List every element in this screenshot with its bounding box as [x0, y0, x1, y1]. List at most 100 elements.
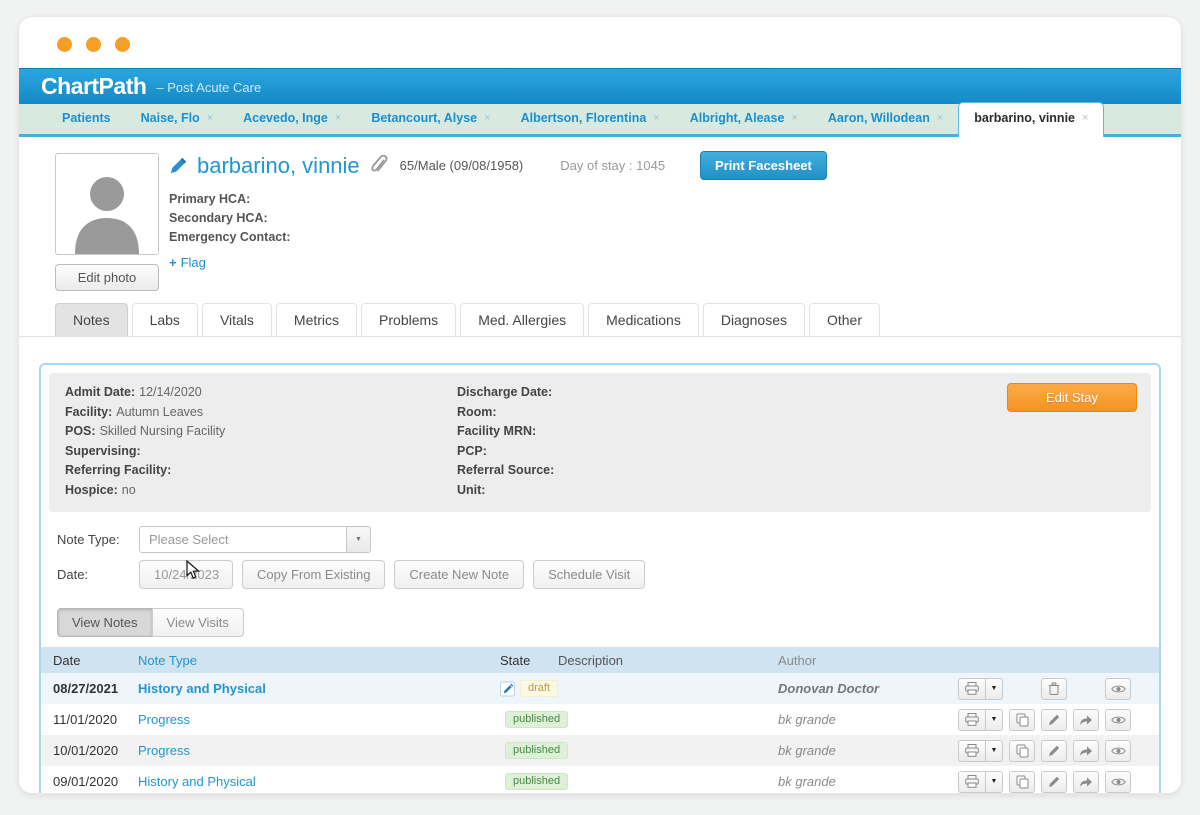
tab-diagnoses[interactable]: Diagnoses	[703, 303, 805, 336]
patient-tab[interactable]: Acevedo, Inge×	[228, 103, 356, 134]
close-icon[interactable]: ×	[207, 112, 213, 124]
notes-panel: Edit Stay Admit Date:12/14/2020 Facility…	[39, 363, 1161, 794]
note-type-label: Note Type:	[57, 532, 139, 547]
patient-tab[interactable]: Aaron, Willodean×	[813, 103, 958, 134]
app-window: ChartPath – Post Acute Care Patients Nai…	[18, 16, 1182, 794]
tab-medications[interactable]: Medications	[588, 303, 699, 336]
note-date-input[interactable]: 10/24/2023	[139, 560, 233, 589]
print-options-button[interactable]: ▼	[986, 709, 1003, 731]
close-icon[interactable]: ×	[653, 112, 659, 124]
edit-stay-button[interactable]: Edit Stay	[1007, 383, 1137, 412]
tab-metrics[interactable]: Metrics	[276, 303, 357, 336]
person-silhouette-icon	[69, 168, 145, 254]
print-note-button[interactable]	[958, 771, 986, 793]
note-type-link[interactable]: Progress	[138, 743, 490, 758]
print-options-button[interactable]: ▼	[986, 678, 1003, 700]
forward-note-button[interactable]	[1073, 740, 1099, 762]
tab-notes[interactable]: Notes	[55, 303, 128, 336]
edit-note-button[interactable]	[1041, 740, 1067, 762]
secondary-hca-label: Secondary HCA:	[169, 209, 1151, 228]
view-visits-button[interactable]: View Visits	[152, 608, 244, 637]
note-date: 09/01/2020	[41, 774, 138, 789]
pcp-field: PCP:	[457, 442, 849, 462]
preview-note-button[interactable]	[1105, 709, 1131, 731]
patient-tab[interactable]: Albright, Alease×	[675, 103, 813, 134]
preview-note-button[interactable]	[1105, 678, 1131, 700]
notes-table-header: Date Note Type State Description Author	[41, 647, 1159, 673]
column-note-type: Note Type	[138, 653, 490, 668]
copy-icon	[1016, 775, 1029, 789]
window-dot-icon[interactable]	[57, 37, 72, 52]
close-icon[interactable]: ×	[484, 112, 490, 124]
note-type-link[interactable]: History and Physical	[138, 774, 490, 789]
app-logo: ChartPath	[41, 73, 146, 100]
window-dot-icon[interactable]	[115, 37, 130, 52]
close-icon[interactable]: ×	[791, 112, 797, 124]
delete-note-button[interactable]	[1041, 678, 1067, 700]
copy-note-button[interactable]	[1009, 740, 1035, 762]
note-author: bk grande	[778, 712, 938, 727]
column-date: Date	[41, 653, 138, 668]
referring-facility-field: Referring Facility:	[65, 461, 457, 481]
note-author: bk grande	[778, 774, 938, 789]
eye-icon	[1111, 684, 1126, 694]
note-date: 10/01/2020	[41, 743, 138, 758]
print-facesheet-button[interactable]: Print Facesheet	[700, 151, 827, 180]
copy-from-existing-button[interactable]: Copy From Existing	[242, 560, 385, 589]
window-dot-icon[interactable]	[86, 37, 101, 52]
preview-note-button[interactable]	[1105, 771, 1131, 793]
patient-header: Edit photo barbarino, vinnie 65/Male (09…	[19, 137, 1181, 303]
status-badge: published	[505, 711, 568, 728]
schedule-visit-button[interactable]: Schedule Visit	[533, 560, 645, 589]
note-date: 08/27/2021	[41, 681, 138, 696]
edit-photo-button[interactable]: Edit photo	[55, 264, 159, 291]
hospice-field: Hospice:no	[65, 481, 457, 501]
tab-other[interactable]: Other	[809, 303, 880, 336]
view-notes-button[interactable]: View Notes	[57, 608, 153, 637]
close-icon[interactable]: ×	[335, 112, 341, 124]
patient-tab[interactable]: Betancourt, Alyse×	[356, 103, 505, 134]
print-options-button[interactable]: ▼	[986, 771, 1003, 793]
column-description: Description	[558, 653, 778, 668]
note-type-link[interactable]: Progress	[138, 712, 490, 727]
close-icon[interactable]: ×	[937, 112, 943, 124]
print-note-button[interactable]	[958, 740, 986, 762]
table-row: 10/01/2020 Progress published bk grande …	[41, 735, 1159, 766]
chevron-down-icon[interactable]: ▼	[346, 527, 370, 552]
forward-note-button[interactable]	[1073, 709, 1099, 731]
edit-note-button[interactable]	[1041, 709, 1067, 731]
note-author: bk grande	[778, 743, 938, 758]
print-options-button[interactable]: ▼	[986, 740, 1003, 762]
patient-name: barbarino, vinnie	[197, 153, 360, 179]
supervising-field: Supervising:	[65, 442, 457, 462]
view-toggle: View Notes View Visits	[41, 596, 1159, 647]
tab-vitals[interactable]: Vitals	[202, 303, 272, 336]
add-flag-link[interactable]: + Flag	[169, 255, 206, 270]
eye-icon	[1111, 777, 1126, 787]
tab-patients[interactable]: Patients	[47, 103, 126, 134]
patient-tab-active[interactable]: barbarino, vinnie×	[958, 102, 1104, 137]
chart-tab-bar: Notes Labs Vitals Metrics Problems Med. …	[19, 303, 1181, 337]
edit-patient-icon[interactable]	[169, 156, 188, 175]
paperclip-icon[interactable]	[369, 155, 389, 177]
forward-note-button[interactable]	[1073, 771, 1099, 793]
tab-problems[interactable]: Problems	[361, 303, 456, 336]
copy-note-button[interactable]	[1009, 771, 1035, 793]
copy-note-button[interactable]	[1009, 709, 1035, 731]
print-note-button[interactable]	[958, 709, 986, 731]
patient-tab[interactable]: Albertson, Florentina×	[506, 103, 675, 134]
edit-note-button[interactable]	[1041, 771, 1067, 793]
note-type-link[interactable]: History and Physical	[138, 681, 490, 696]
pos-field: POS:Skilled Nursing Facility	[65, 422, 457, 442]
eye-icon	[1111, 746, 1126, 756]
note-type-select[interactable]: Please Select ▼	[139, 526, 371, 553]
stay-details-panel: Edit Stay Admit Date:12/14/2020 Facility…	[49, 373, 1151, 512]
close-icon[interactable]: ×	[1082, 112, 1088, 124]
preview-note-button[interactable]	[1105, 740, 1131, 762]
tab-med-allergies[interactable]: Med. Allergies	[460, 303, 584, 336]
tab-labs[interactable]: Labs	[132, 303, 198, 336]
print-note-button[interactable]	[958, 678, 986, 700]
create-new-note-button[interactable]: Create New Note	[394, 560, 524, 589]
patient-tab[interactable]: Naise, Flo×	[126, 103, 228, 134]
patient-demographics: 65/Male (09/08/1958)	[400, 158, 524, 173]
